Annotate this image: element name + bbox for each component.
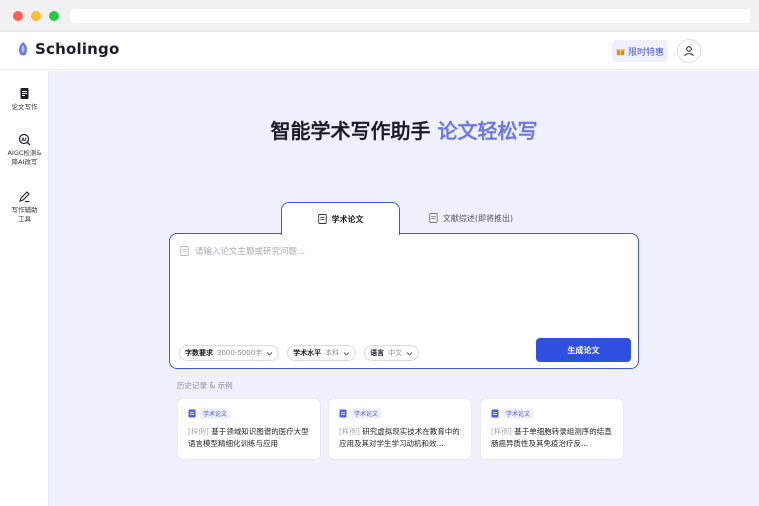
history-card[interactable]: 学术论文 [样例] 研究虚拟现实技术在教育中的应用及其对学生学习动机和效... [328, 398, 472, 460]
select-key: 学术水平 [293, 349, 322, 357]
select-value: 3000-5000字 [217, 349, 263, 357]
minimize-window-dot[interactable] [31, 11, 41, 21]
browser-chrome [0, 0, 759, 32]
card-example-prefix: [样例] [491, 427, 512, 436]
address-bar[interactable] [70, 9, 750, 23]
academic-level-select[interactable]: 学术水平 本科 [287, 345, 357, 361]
pen-icon [19, 191, 30, 203]
card-example-prefix: [样例] [339, 427, 360, 436]
select-value: 中文 [388, 349, 403, 357]
card-tag-label: 学术论文 [351, 408, 382, 419]
history-section-title: 历史记录 & 示例 [177, 381, 233, 390]
sidebar-item-writing-tools[interactable]: 写作辅助 工具 [0, 190, 49, 224]
card-tag-label: 学术论文 [503, 408, 534, 419]
close-window-dot[interactable] [13, 11, 23, 21]
chevron-down-icon [406, 351, 413, 356]
chevron-down-icon [266, 351, 273, 356]
svg-text:AI: AI [21, 137, 26, 143]
user-icon [684, 46, 694, 57]
tab-label: 文献综述(即将推出) [442, 213, 514, 223]
app-name: Scholingo [35, 40, 120, 58]
select-value: 本科 [325, 349, 340, 357]
card-tag: 学术论文 [491, 408, 534, 419]
card-title: [样例] 基于领域知识图谱的医疗大型语言模型精细化训练与应用 [188, 426, 314, 450]
logo[interactable]: Scholingo [16, 40, 119, 58]
card-tag-label: 学术论文 [200, 408, 231, 419]
maximize-window-dot[interactable] [49, 11, 59, 21]
tab-academic-paper[interactable]: 学术论文 [281, 202, 400, 235]
select-key: 字数要求 [185, 349, 213, 357]
history-card[interactable]: 学术论文 [样例] 基于领域知识图谱的医疗大型语言模型精细化训练与应用 [177, 398, 321, 460]
card-tag: 学术论文 [339, 408, 382, 419]
sidebar-item-aigc-detection[interactable]: AI AIGC检测& 降AI改写 [0, 133, 49, 167]
topic-input-placeholder: 请输入论文主题或研究问题... [195, 247, 306, 257]
gift-icon [616, 48, 625, 55]
select-key: 语言 [370, 349, 385, 357]
tab-literature-review[interactable]: 文献综述(即将推出) [406, 206, 536, 230]
language-select[interactable]: 语言 中文 [364, 345, 420, 361]
user-avatar-button[interactable] [677, 39, 701, 63]
hero-title-accent: 论文轻松写 [437, 119, 538, 143]
document-icon [188, 409, 196, 418]
sidebar-item-label: 论文写作 [11, 103, 38, 111]
promo-button[interactable]: 限时特惠 [612, 40, 668, 62]
logo-icon [19, 42, 27, 56]
hero-title: 智能学术写作助手 论文轻松写 [49, 115, 759, 144]
ai-detect-icon: AI [18, 133, 31, 146]
card-tag: 学术论文 [188, 408, 231, 419]
app-header: Scholingo 限时特惠 [0, 32, 759, 70]
topic-editor[interactable]: 请输入论文主题或研究问题... 字数要求 3000-5000字 学术水平 本科 … [169, 233, 639, 369]
hero-title-main: 智能学术写作助手 [270, 119, 438, 143]
sidebar: 论文写作 AI AIGC检测& 降AI改写 写作辅助 工具 [0, 71, 49, 506]
document-icon [20, 88, 29, 99]
sidebar-item-label: AIGC检测& 降AI改写 [7, 149, 42, 166]
document-icon [339, 409, 347, 418]
document-icon [317, 214, 327, 224]
sidebar-item-paper-writing[interactable]: 论文写作 [0, 87, 49, 112]
topic-input[interactable]: 请输入论文主题或研究问题... [180, 245, 305, 257]
card-title: [样例] 基于单细胞转录组测序的结直肠癌异质性及其免疫治疗反... [491, 426, 617, 450]
card-title: [样例] 研究虚拟现实技术在教育中的应用及其对学生学习动机和效... [339, 426, 465, 450]
chevron-down-icon [343, 351, 350, 356]
sidebar-item-label: 写作辅助 工具 [11, 206, 38, 223]
tab-label: 学术论文 [331, 214, 364, 224]
card-example-prefix: [样例] [188, 427, 209, 436]
document-icon [491, 409, 499, 418]
word-count-select[interactable]: 字数要求 3000-5000字 [179, 345, 280, 361]
generate-paper-button[interactable]: 生成论文 [536, 338, 631, 362]
promo-label: 限时特惠 [627, 47, 664, 58]
main-content: 智能学术写作助手 论文轻松写 学术论文 文献综述(即将推出) 请输入论文主题或研… [49, 71, 759, 506]
history-card[interactable]: 学术论文 [样例] 基于单细胞转录组测序的结直肠癌异质性及其免疫治疗反... [480, 398, 624, 460]
document-icon [180, 246, 189, 256]
option-controls: 字数要求 3000-5000字 学术水平 本科 语言 中文 [179, 345, 420, 361]
document-icon [429, 213, 438, 223]
